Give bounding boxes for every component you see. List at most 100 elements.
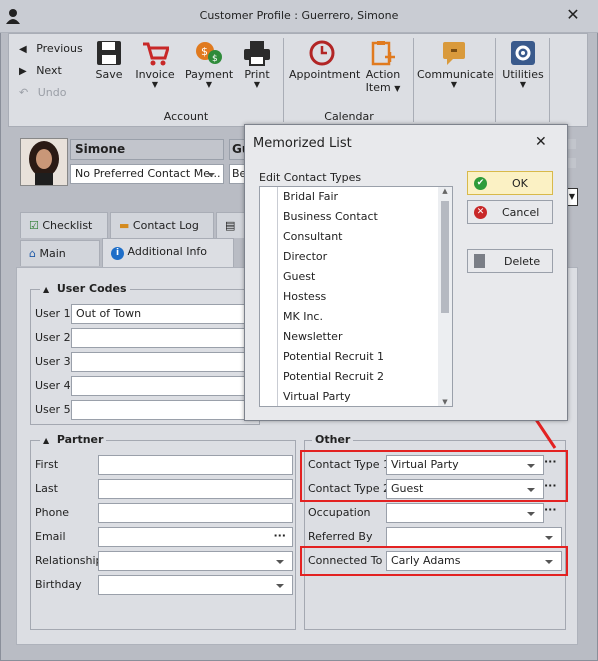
- user-4-label: User 4: [35, 379, 71, 392]
- partner-phone-field[interactable]: [98, 503, 293, 523]
- previous-icon: ◀: [19, 44, 27, 55]
- contact-type-1-more-icon[interactable]: ···: [544, 455, 562, 475]
- next-button[interactable]: ▶ Next: [19, 64, 89, 77]
- scrollbar-thumb[interactable]: [441, 201, 449, 313]
- partner-email-label: Email: [35, 530, 66, 543]
- contact-type-2-label: Contact Type 2: [308, 482, 391, 495]
- tab-main[interactable]: ⌂ Main: [20, 240, 100, 266]
- list-item[interactable]: Newsletter: [279, 327, 437, 347]
- communicate-button[interactable]: Communicate ▼: [417, 40, 494, 89]
- svg-text:$: $: [201, 45, 208, 58]
- referred-by-select[interactable]: [386, 527, 562, 547]
- preferred-contact-select[interactable]: No Preferred Contact Me...: [70, 164, 224, 184]
- invoice-button[interactable]: Invoice ▼: [133, 40, 177, 89]
- user-2-label: User 2: [35, 331, 71, 344]
- close-icon[interactable]: ✕: [560, 5, 586, 27]
- cancel-icon: ✕: [474, 206, 487, 219]
- ribbon-separator: [495, 38, 496, 122]
- ok-button[interactable]: ✔ OK: [467, 171, 553, 195]
- edit-contact-types-label: Edit Contact Types: [259, 171, 362, 184]
- save-button[interactable]: Save: [91, 40, 127, 81]
- clock-icon: [309, 40, 335, 66]
- list-item[interactable]: Potential Recruit 2: [279, 367, 437, 387]
- next-icon: ▶: [19, 66, 27, 77]
- previous-button[interactable]: ◀ Previous: [19, 42, 89, 55]
- user-3-field[interactable]: [71, 352, 249, 372]
- list-item[interactable]: Director: [279, 247, 437, 267]
- list-item[interactable]: Business Contact: [279, 207, 437, 227]
- partner-first-field[interactable]: [98, 455, 293, 475]
- ribbon-separator: [283, 38, 284, 122]
- scroll-up-icon[interactable]: ▲: [438, 187, 452, 195]
- partner-last-label: Last: [35, 482, 58, 495]
- hidden-field: [568, 158, 576, 168]
- contact-types-list[interactable]: Bridal Fair Business Contact Consultant …: [259, 186, 453, 407]
- tab-notes[interactable]: ▤: [216, 212, 246, 238]
- contact-type-2-more-icon[interactable]: ···: [544, 479, 562, 499]
- list-item[interactable]: Potential Recruit 1: [279, 347, 437, 367]
- list-item[interactable]: Hostess: [279, 287, 437, 307]
- cancel-button[interactable]: ✕ Cancel: [467, 200, 553, 224]
- list-item[interactable]: Consultant: [279, 227, 437, 247]
- clipboard-add-icon: [371, 41, 395, 66]
- svg-text:$: $: [212, 54, 218, 64]
- scroll-down-icon[interactable]: ▼: [438, 398, 452, 406]
- user-1-label: User 1: [35, 307, 71, 320]
- first-name-field[interactable]: Simone: [70, 139, 224, 160]
- user-2-field[interactable]: [71, 328, 249, 348]
- contact-type-1-select[interactable]: Virtual Party: [386, 455, 544, 475]
- list-item[interactable]: Guest: [279, 267, 437, 287]
- occupation-label: Occupation: [308, 506, 371, 519]
- user-5-field[interactable]: [71, 400, 249, 420]
- more-icon[interactable]: ···: [273, 529, 286, 542]
- dialog-close-icon[interactable]: ✕: [535, 134, 547, 150]
- list-row-selector: [260, 187, 278, 406]
- tab-checklist[interactable]: ☑ Checklist: [20, 212, 108, 238]
- connected-to-label: Connected To: [308, 554, 383, 567]
- title-bar: Customer Profile : Guerrero, Simone ✕: [0, 0, 598, 33]
- list-item[interactable]: MK Inc.: [279, 307, 437, 327]
- list-item[interactable]: Virtual Party: [279, 387, 437, 407]
- contact-type-2-select[interactable]: Guest: [386, 479, 544, 499]
- tab-contact-log[interactable]: ▬ Contact Log: [110, 212, 214, 238]
- partner-relationship-select[interactable]: [98, 551, 293, 571]
- avatar: [20, 138, 68, 186]
- list-scrollbar[interactable]: ▲ ▼: [438, 187, 452, 406]
- occupation-more-icon[interactable]: ···: [544, 503, 562, 523]
- utilities-button[interactable]: Utilities ▼: [499, 40, 547, 89]
- profile-photo: [21, 139, 67, 185]
- memorized-list-dialog: Memorized List ✕ Edit Contact Types Brid…: [244, 124, 568, 421]
- partner-last-field[interactable]: [98, 479, 293, 499]
- print-button[interactable]: Print ▼: [239, 40, 275, 89]
- folder-icon: ▬: [119, 219, 130, 232]
- partner-birthday-label: Birthday: [35, 578, 82, 591]
- appointment-button[interactable]: Appointment: [289, 40, 360, 81]
- check-icon: ✔: [474, 177, 487, 190]
- group-calendar-label: Calendar: [324, 110, 374, 123]
- home-icon: ⌂: [29, 247, 36, 260]
- group-account-label: Account: [163, 110, 209, 123]
- user-4-field[interactable]: [71, 376, 249, 396]
- list-item[interactable]: Bridal Fair: [279, 187, 437, 207]
- hidden-field: [568, 139, 576, 149]
- dialog-title: Memorized List: [253, 136, 352, 151]
- user-codes-header: ▲ User Codes: [40, 282, 130, 295]
- contact-type-1-label: Contact Type 1: [308, 458, 391, 471]
- other-header: Other: [312, 433, 354, 446]
- payment-icon: $$: [196, 42, 222, 64]
- delete-button[interactable]: Delete: [467, 249, 553, 273]
- user-1-field[interactable]: Out of Town: [71, 304, 249, 324]
- partner-header: ▲ Partner: [40, 433, 107, 446]
- occupation-select[interactable]: [386, 503, 544, 523]
- undo-icon: ↶: [19, 86, 29, 99]
- partner-birthday-select[interactable]: [98, 575, 293, 595]
- undo-button[interactable]: ↶ Undo: [19, 86, 89, 99]
- partner-email-field[interactable]: ···: [98, 527, 293, 547]
- checklist-icon: ☑: [29, 219, 39, 232]
- connected-to-select[interactable]: Carly Adams: [386, 551, 562, 571]
- payment-button[interactable]: $ $ Payment ▼: [185, 40, 233, 89]
- partner-first-label: First: [35, 458, 59, 471]
- action-item-button[interactable]: Action Item ▼: [361, 40, 405, 94]
- tab-additional-info[interactable]: i Additional Info: [102, 238, 234, 268]
- save-icon: [97, 41, 121, 65]
